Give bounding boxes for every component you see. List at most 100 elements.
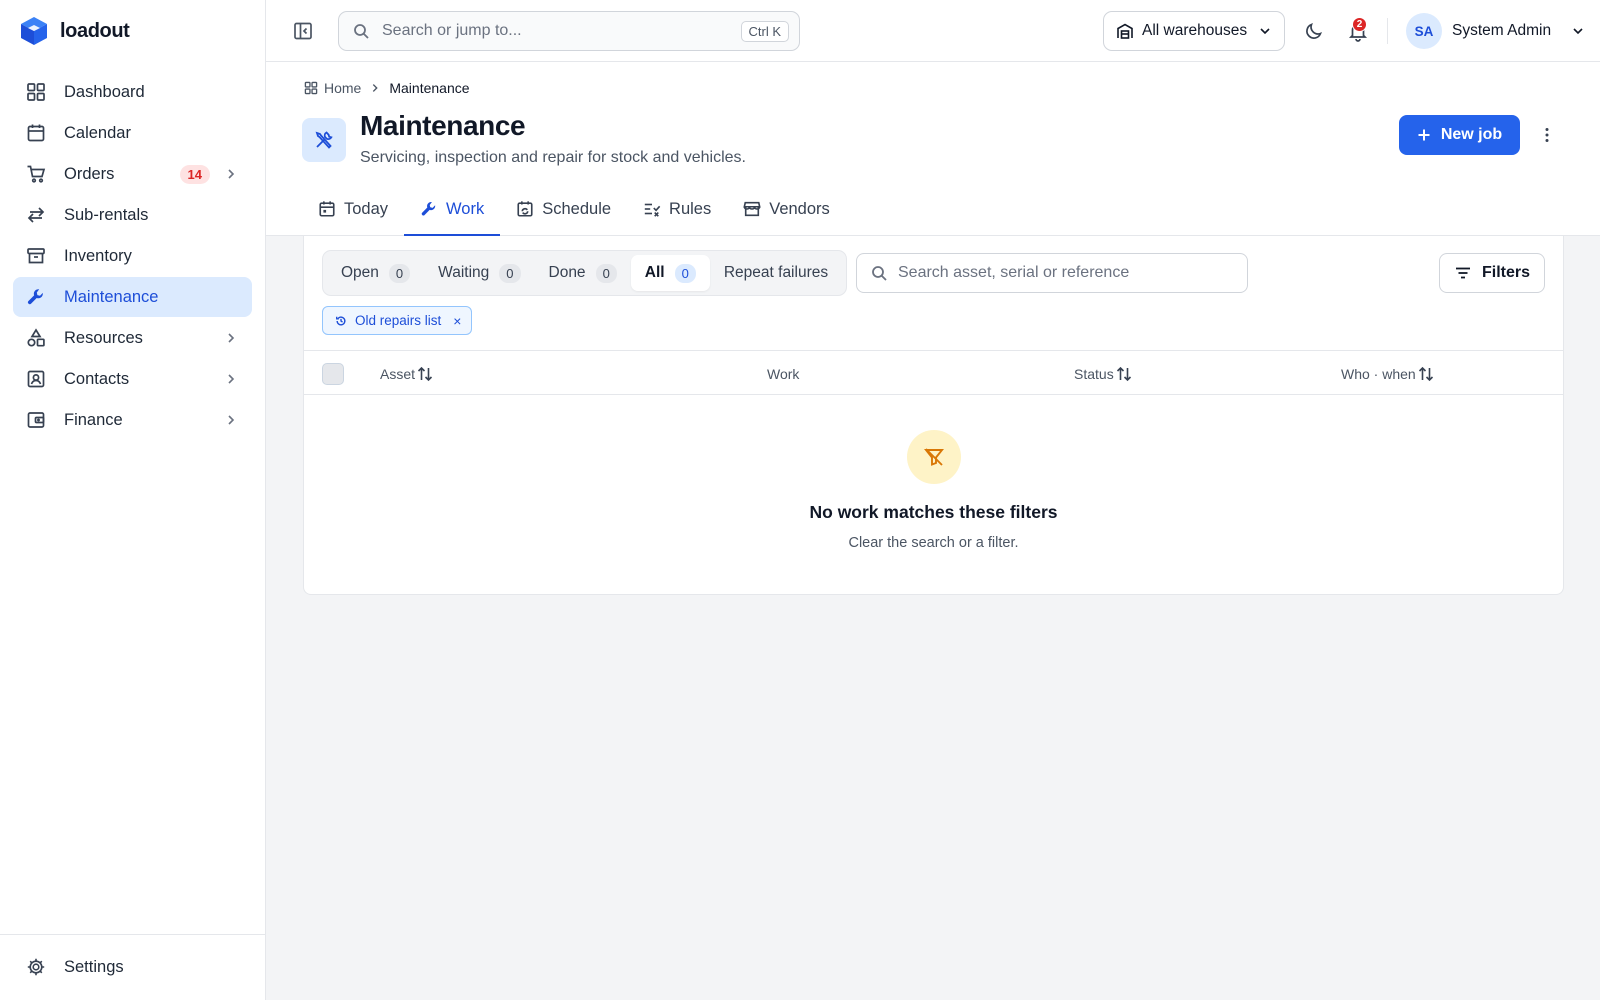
empty-state: No work matches these filters Clear the …	[304, 396, 1563, 594]
page-subtitle: Servicing, inspection and repair for sto…	[360, 149, 746, 166]
status-filter-all[interactable]: All 0	[630, 255, 710, 291]
column-status[interactable]: Status	[1074, 351, 1133, 396]
divider	[1387, 18, 1388, 44]
app-name: loadout	[60, 19, 130, 42]
status-filter-label: Open	[341, 264, 379, 281]
filters-label: Filters	[1481, 264, 1530, 281]
archive-box-icon	[26, 246, 46, 266]
sidebar-item-dashboard[interactable]: Dashboard	[13, 72, 252, 112]
sidebar-item-label: Resources	[64, 328, 143, 347]
sidebar-item-orders[interactable]: Orders 14	[13, 154, 252, 194]
tab-vendors[interactable]: Vendors	[727, 184, 846, 236]
tab-label: Vendors	[769, 199, 830, 218]
sidebar-item-finance[interactable]: Finance	[13, 400, 252, 440]
checklist-icon	[643, 200, 661, 218]
column-who-when[interactable]: Who · when	[1341, 351, 1435, 396]
status-filter-repeat-failures[interactable]: Repeat failures	[710, 255, 842, 291]
close-icon[interactable]: ×	[453, 313, 461, 329]
tab-work[interactable]: Work	[404, 184, 501, 236]
calendar-repeat-icon	[516, 200, 534, 218]
cube-logo-icon	[20, 16, 48, 46]
breadcrumb-home-label: Home	[324, 80, 362, 96]
status-filter-count: 0	[595, 263, 617, 283]
chevron-down-icon	[1571, 24, 1585, 38]
orders-count-badge: 14	[179, 164, 210, 184]
plus-icon	[1417, 128, 1431, 142]
sidebar-item-label: Inventory	[64, 246, 132, 265]
warehouse-label: All warehouses	[1142, 22, 1248, 39]
sidebar-item-label: Finance	[64, 410, 123, 429]
moon-icon[interactable]	[1303, 20, 1325, 42]
breadcrumb-home[interactable]: Home	[304, 80, 361, 96]
warehouse-icon	[1116, 22, 1134, 40]
select-all-checkbox[interactable]	[322, 363, 344, 385]
calendar-icon	[318, 200, 336, 218]
tab-label: Rules	[669, 199, 712, 218]
status-filter-waiting[interactable]: Waiting 0	[424, 255, 534, 291]
avatar: SA	[1406, 13, 1442, 49]
page-title: Maintenance	[360, 110, 526, 141]
column-work: Work	[767, 351, 799, 396]
page-icon	[302, 118, 346, 162]
sidebar-item-inventory[interactable]: Inventory	[13, 236, 252, 276]
filter-off-icon	[922, 445, 946, 469]
status-filter-count: 0	[674, 263, 696, 283]
filters-button[interactable]: Filters	[1439, 253, 1545, 293]
sidebar-item-label: Sub-rentals	[64, 205, 149, 224]
sidebar-item-label: Settings	[64, 957, 124, 976]
wrench-icon	[420, 200, 438, 218]
sidebar-item-sub-rentals[interactable]: Sub-rentals	[13, 195, 252, 235]
tab-schedule[interactable]: Schedule	[500, 184, 627, 236]
sidebar-item-resources[interactable]: Resources	[13, 318, 252, 358]
sidebar-item-contacts[interactable]: Contacts	[13, 359, 252, 399]
column-label: Status	[1074, 365, 1114, 382]
sidebar-item-settings[interactable]: Settings	[13, 947, 252, 987]
wallet-icon	[26, 410, 46, 430]
brand[interactable]: loadout	[20, 16, 130, 46]
status-filter-count: 0	[499, 263, 521, 283]
column-asset[interactable]: Asset	[380, 351, 434, 396]
breadcrumb-current: Maintenance	[389, 80, 470, 96]
status-filter-label: Waiting	[438, 264, 490, 281]
sidebar-item-maintenance[interactable]: Maintenance	[13, 277, 252, 317]
chevron-right-icon	[224, 167, 238, 181]
chevron-right-icon	[369, 82, 381, 94]
status-filter-open[interactable]: Open 0	[327, 255, 424, 291]
sidebar-item-calendar[interactable]: Calendar	[13, 113, 252, 153]
warehouse-select[interactable]: All warehouses	[1103, 11, 1285, 51]
new-job-label: New job	[1440, 126, 1503, 143]
work-search-placeholder: Search asset, serial or reference	[898, 264, 1130, 281]
sidebar-item-label: Dashboard	[64, 82, 145, 101]
column-label: Who · when	[1341, 365, 1416, 382]
sidebar-item-label: Calendar	[64, 123, 131, 142]
sort-icon[interactable]	[1417, 365, 1435, 383]
cart-icon	[26, 164, 46, 184]
history-icon	[335, 315, 347, 327]
sort-icon[interactable]	[416, 365, 434, 383]
sidebar-footer: Settings	[0, 934, 265, 1000]
tab-label: Work	[446, 199, 485, 218]
status-filter-label: Repeat failures	[723, 264, 829, 281]
sort-icon[interactable]	[1115, 365, 1133, 383]
tab-rules[interactable]: Rules	[627, 184, 727, 236]
gear-icon	[26, 957, 46, 977]
chip-label: Old repairs list	[355, 313, 442, 328]
chevron-right-icon	[224, 331, 238, 345]
user-menu[interactable]: SA System Admin	[1406, 13, 1585, 49]
chevron-right-icon	[224, 413, 238, 427]
work-search-input[interactable]: Search asset, serial or reference	[856, 253, 1248, 293]
chevron-right-icon	[224, 372, 238, 386]
tab-today[interactable]: Today	[302, 184, 404, 236]
search-icon	[871, 265, 888, 282]
tab-label: Today	[344, 199, 389, 218]
status-filter-done[interactable]: Done 0	[535, 255, 631, 291]
tabs: Today Work Schedule Rules Vendors	[302, 184, 846, 236]
shapes-icon	[26, 328, 46, 348]
sidebar-item-label: Contacts	[64, 369, 130, 388]
more-options-icon[interactable]	[1536, 124, 1558, 146]
global-search-input[interactable]: Search or jump to... Ctrl K	[338, 11, 800, 51]
new-job-button[interactable]: New job	[1399, 115, 1520, 155]
sidebar-toggle-icon[interactable]	[292, 20, 314, 42]
status-filter: Open 0 Waiting 0 Done 0 All 0 Repeat fai…	[322, 250, 848, 296]
filter-lines-icon	[1454, 264, 1472, 282]
